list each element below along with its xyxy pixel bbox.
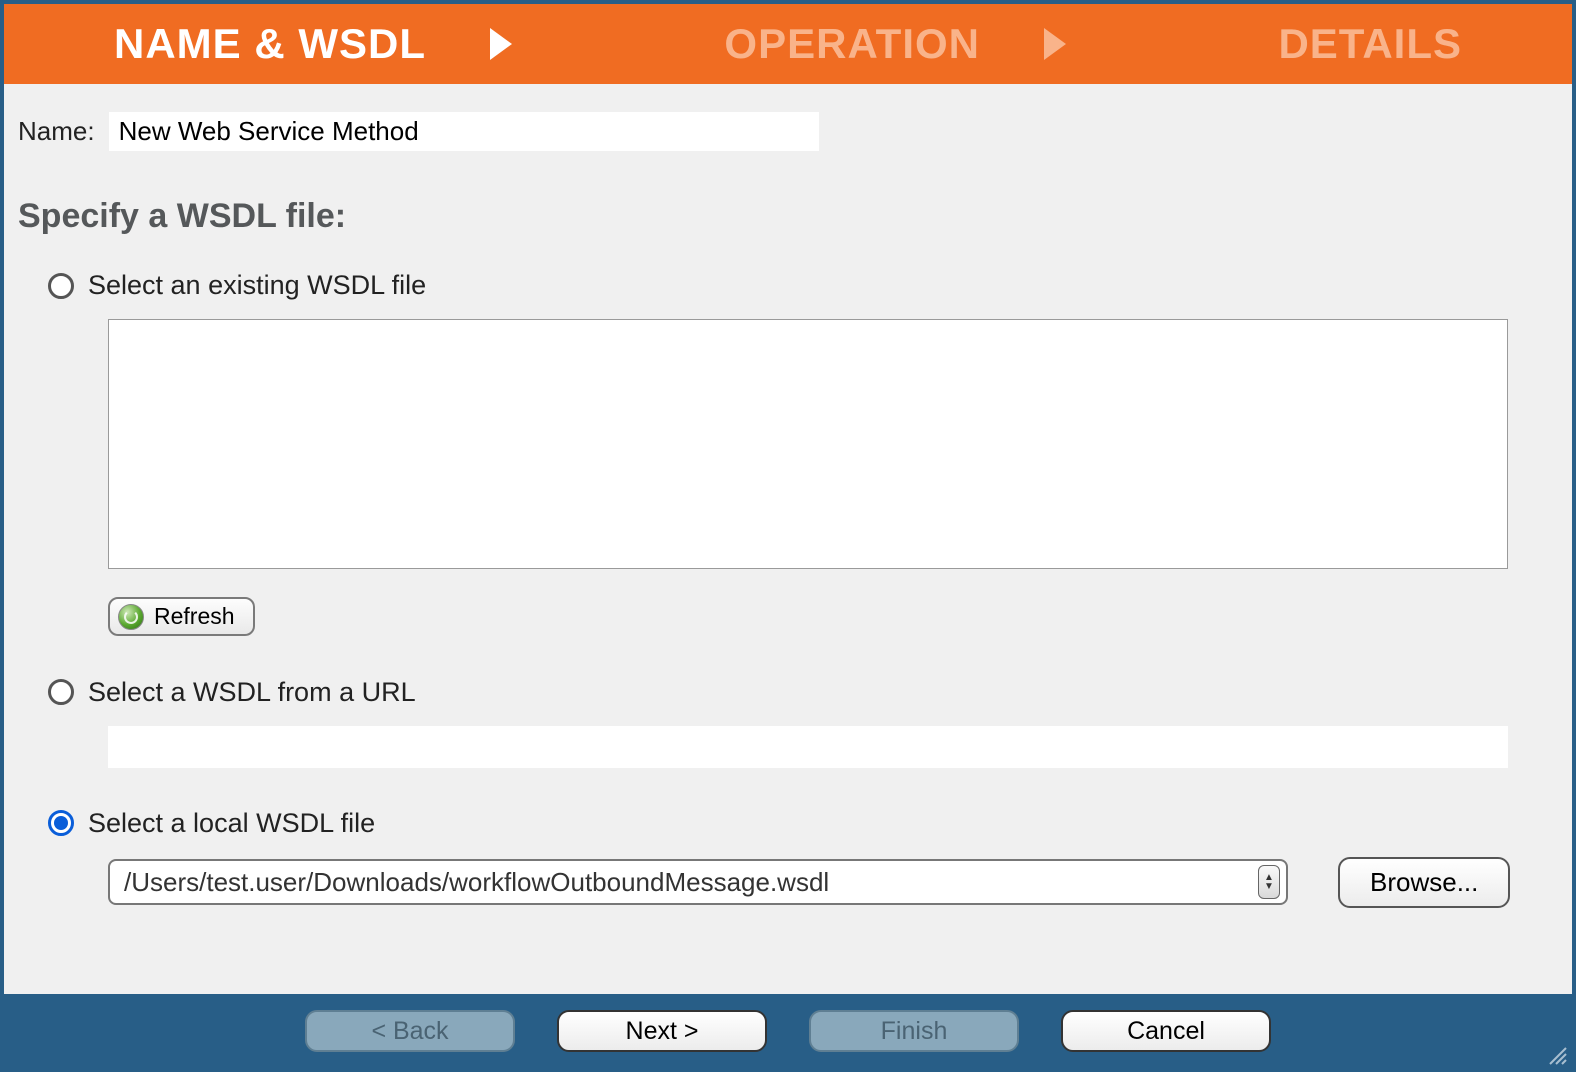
step-name-wsdl: NAME & WSDL xyxy=(114,20,426,68)
radio-icon[interactable] xyxy=(48,810,74,836)
option-existing-label: Select an existing WSDL file xyxy=(88,270,426,301)
refresh-button[interactable]: Refresh xyxy=(108,597,255,636)
option-existing[interactable]: Select an existing WSDL file xyxy=(48,270,1558,301)
option-local-block: Select a local WSDL file /Users/test.use… xyxy=(48,808,1558,908)
section-heading: Specify a WSDL file: xyxy=(18,197,1558,236)
option-local-label: Select a local WSDL file xyxy=(88,808,375,839)
stepper-icon[interactable]: ▲▼ xyxy=(1258,865,1280,899)
name-row: Name: xyxy=(18,112,1558,151)
wizard-step-bar: NAME & WSDL OPERATION DETAILS xyxy=(4,4,1572,84)
local-file-row: /Users/test.user/Downloads/workflowOutbo… xyxy=(108,857,1558,908)
back-button: < Back xyxy=(305,1010,515,1052)
option-existing-block: Select an existing WSDL file Refresh xyxy=(48,270,1558,637)
wizard-footer: < Back Next > Finish Cancel xyxy=(4,994,1572,1068)
finish-button: Finish xyxy=(809,1010,1019,1052)
chevron-right-icon xyxy=(486,26,516,62)
name-label: Name: xyxy=(18,116,95,147)
step-operation: OPERATION xyxy=(724,20,980,68)
wizard-content: Name: Specify a WSDL file: Select an exi… xyxy=(4,84,1572,994)
resize-grip-icon[interactable] xyxy=(1546,1044,1568,1066)
cancel-button[interactable]: Cancel xyxy=(1061,1010,1271,1052)
browse-button[interactable]: Browse... xyxy=(1338,857,1510,908)
local-file-path: /Users/test.user/Downloads/workflowOutbo… xyxy=(124,867,1258,898)
chevron-right-icon xyxy=(1040,26,1070,62)
wsdl-url-input[interactable] xyxy=(108,726,1508,768)
name-input[interactable] xyxy=(109,112,819,151)
option-url-block: Select a WSDL from a URL xyxy=(48,677,1558,768)
local-file-combo[interactable]: /Users/test.user/Downloads/workflowOutbo… xyxy=(108,859,1288,905)
radio-icon[interactable] xyxy=(48,679,74,705)
step-details: DETAILS xyxy=(1278,20,1462,68)
radio-icon[interactable] xyxy=(48,273,74,299)
existing-wsdl-list[interactable] xyxy=(108,319,1508,569)
option-url[interactable]: Select a WSDL from a URL xyxy=(48,677,1558,708)
refresh-button-label: Refresh xyxy=(154,603,235,630)
refresh-icon xyxy=(118,604,144,630)
option-url-label: Select a WSDL from a URL xyxy=(88,677,416,708)
option-local[interactable]: Select a local WSDL file xyxy=(48,808,1558,839)
next-button[interactable]: Next > xyxy=(557,1010,767,1052)
